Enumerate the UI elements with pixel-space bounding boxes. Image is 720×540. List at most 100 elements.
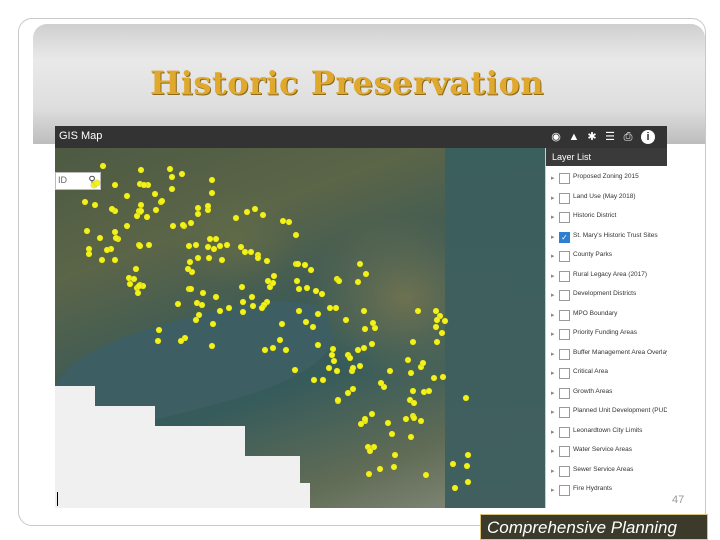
historic-site-marker[interactable]	[138, 201, 145, 208]
layer-checkbox[interactable]	[559, 251, 570, 262]
historic-site-marker[interactable]	[210, 246, 217, 253]
historic-site-marker[interactable]	[390, 464, 397, 471]
layer-row[interactable]: ▸ Fire Hydrants	[546, 482, 667, 501]
historic-site-marker[interactable]	[192, 242, 199, 249]
historic-site-marker[interactable]	[207, 236, 214, 243]
historic-site-marker[interactable]	[218, 256, 225, 263]
expand-arrow-icon[interactable]: ▸	[551, 389, 555, 397]
historic-site-marker[interactable]	[432, 323, 439, 330]
historic-site-marker[interactable]	[137, 208, 144, 215]
info-icon[interactable]: i	[641, 130, 655, 144]
historic-site-marker[interactable]	[146, 241, 153, 248]
historic-site-marker[interactable]	[410, 414, 417, 421]
historic-site-marker[interactable]	[179, 171, 186, 178]
historic-site-marker[interactable]	[251, 205, 258, 212]
historic-site-marker[interactable]	[96, 235, 103, 242]
historic-site-marker[interactable]	[174, 300, 181, 307]
historic-site-marker[interactable]	[320, 376, 327, 383]
expand-arrow-icon[interactable]: ▸	[551, 330, 555, 338]
historic-site-marker[interactable]	[169, 173, 176, 180]
historic-site-marker[interactable]	[91, 202, 98, 209]
historic-site-marker[interactable]	[153, 206, 160, 213]
historic-site-marker[interactable]	[86, 250, 93, 257]
layer-row[interactable]: ▸ Growth Areas	[546, 385, 667, 404]
expand-arrow-icon[interactable]: ▸	[551, 428, 555, 436]
layer-checkbox[interactable]	[559, 387, 570, 399]
historic-site-marker[interactable]	[279, 218, 286, 225]
layer-checkbox[interactable]	[559, 485, 570, 496]
layer-row[interactable]: ▸ Water Service Areas	[546, 443, 667, 462]
historic-site-marker[interactable]	[294, 261, 301, 268]
expand-arrow-icon[interactable]: ▸	[551, 447, 555, 455]
historic-site-marker[interactable]	[130, 276, 137, 283]
expand-arrow-icon[interactable]: ▸	[551, 486, 555, 494]
historic-site-marker[interactable]	[293, 277, 300, 284]
historic-site-marker[interactable]	[357, 261, 364, 268]
historic-site-marker[interactable]	[292, 232, 299, 239]
historic-site-marker[interactable]	[408, 370, 415, 377]
layer-checkbox[interactable]	[559, 270, 570, 282]
historic-site-marker[interactable]	[410, 399, 417, 406]
expand-arrow-icon[interactable]: ▸	[551, 467, 555, 475]
historic-site-marker[interactable]	[354, 279, 361, 286]
historic-site-marker[interactable]	[277, 336, 284, 343]
historic-site-marker[interactable]	[425, 387, 432, 394]
historic-site-marker[interactable]	[179, 222, 186, 229]
historic-site-marker[interactable]	[81, 199, 88, 206]
historic-site-marker[interactable]	[212, 294, 219, 301]
historic-site-marker[interactable]	[167, 165, 174, 172]
historic-site-marker[interactable]	[195, 254, 202, 261]
historic-site-marker[interactable]	[377, 466, 384, 473]
historic-site-marker[interactable]	[360, 344, 367, 351]
layer-checkbox[interactable]	[559, 407, 570, 418]
layer-checkbox[interactable]	[559, 465, 570, 477]
historic-site-marker[interactable]	[391, 451, 398, 458]
historic-site-marker[interactable]	[301, 261, 308, 268]
historic-site-marker[interactable]	[422, 471, 429, 478]
historic-site-marker[interactable]	[225, 305, 232, 312]
historic-site-marker[interactable]	[402, 416, 409, 423]
historic-site-marker[interactable]	[170, 222, 177, 229]
historic-site-marker[interactable]	[156, 326, 163, 333]
historic-site-marker[interactable]	[432, 308, 439, 315]
layer-row[interactable]: ▸ Historic District	[546, 209, 667, 228]
historic-site-marker[interactable]	[433, 338, 440, 345]
historic-site-marker[interactable]	[169, 186, 176, 193]
layer-row[interactable]: ▸ Land Use (May 2018)	[546, 190, 667, 209]
layer-row[interactable]: ▸ MPO Boundary	[546, 307, 667, 326]
expand-arrow-icon[interactable]: ▸	[551, 213, 555, 221]
historic-site-marker[interactable]	[136, 282, 143, 289]
layer-checkbox[interactable]	[559, 212, 570, 223]
historic-site-marker[interactable]	[291, 366, 298, 373]
expand-arrow-icon[interactable]: ▸	[551, 272, 555, 280]
historic-site-marker[interactable]	[223, 242, 230, 249]
historic-site-marker[interactable]	[333, 304, 340, 311]
historic-site-marker[interactable]	[408, 433, 415, 440]
graduation-cap-icon[interactable]: ▲	[567, 130, 581, 144]
historic-site-marker[interactable]	[331, 357, 338, 364]
historic-site-marker[interactable]	[133, 265, 140, 272]
historic-site-marker[interactable]	[138, 167, 145, 174]
historic-site-marker[interactable]	[83, 227, 90, 234]
historic-site-marker[interactable]	[185, 242, 192, 249]
historic-site-marker[interactable]	[333, 368, 340, 375]
layer-checkbox[interactable]	[559, 309, 570, 321]
expand-arrow-icon[interactable]: ▸	[551, 233, 555, 241]
historic-site-marker[interactable]	[249, 302, 256, 309]
historic-site-marker[interactable]	[200, 290, 206, 297]
historic-site-marker[interactable]	[143, 214, 150, 221]
historic-site-marker[interactable]	[410, 338, 417, 345]
historic-site-marker[interactable]	[463, 462, 470, 469]
historic-site-marker[interactable]	[366, 470, 372, 477]
historic-site-marker[interactable]	[209, 342, 216, 349]
historic-site-marker[interactable]	[204, 203, 211, 210]
historic-site-marker[interactable]	[133, 213, 140, 220]
layer-list-icon[interactable]: ☰	[603, 130, 617, 144]
historic-site-marker[interactable]	[313, 288, 320, 295]
historic-site-marker[interactable]	[135, 290, 142, 297]
historic-site-marker[interactable]	[217, 242, 224, 249]
historic-site-marker[interactable]	[265, 277, 272, 284]
historic-site-marker[interactable]	[193, 316, 200, 323]
layer-row[interactable]: ▸ ✓ St. Mary's Historic Trust Sites	[546, 229, 667, 248]
historic-site-marker[interactable]	[99, 163, 106, 169]
